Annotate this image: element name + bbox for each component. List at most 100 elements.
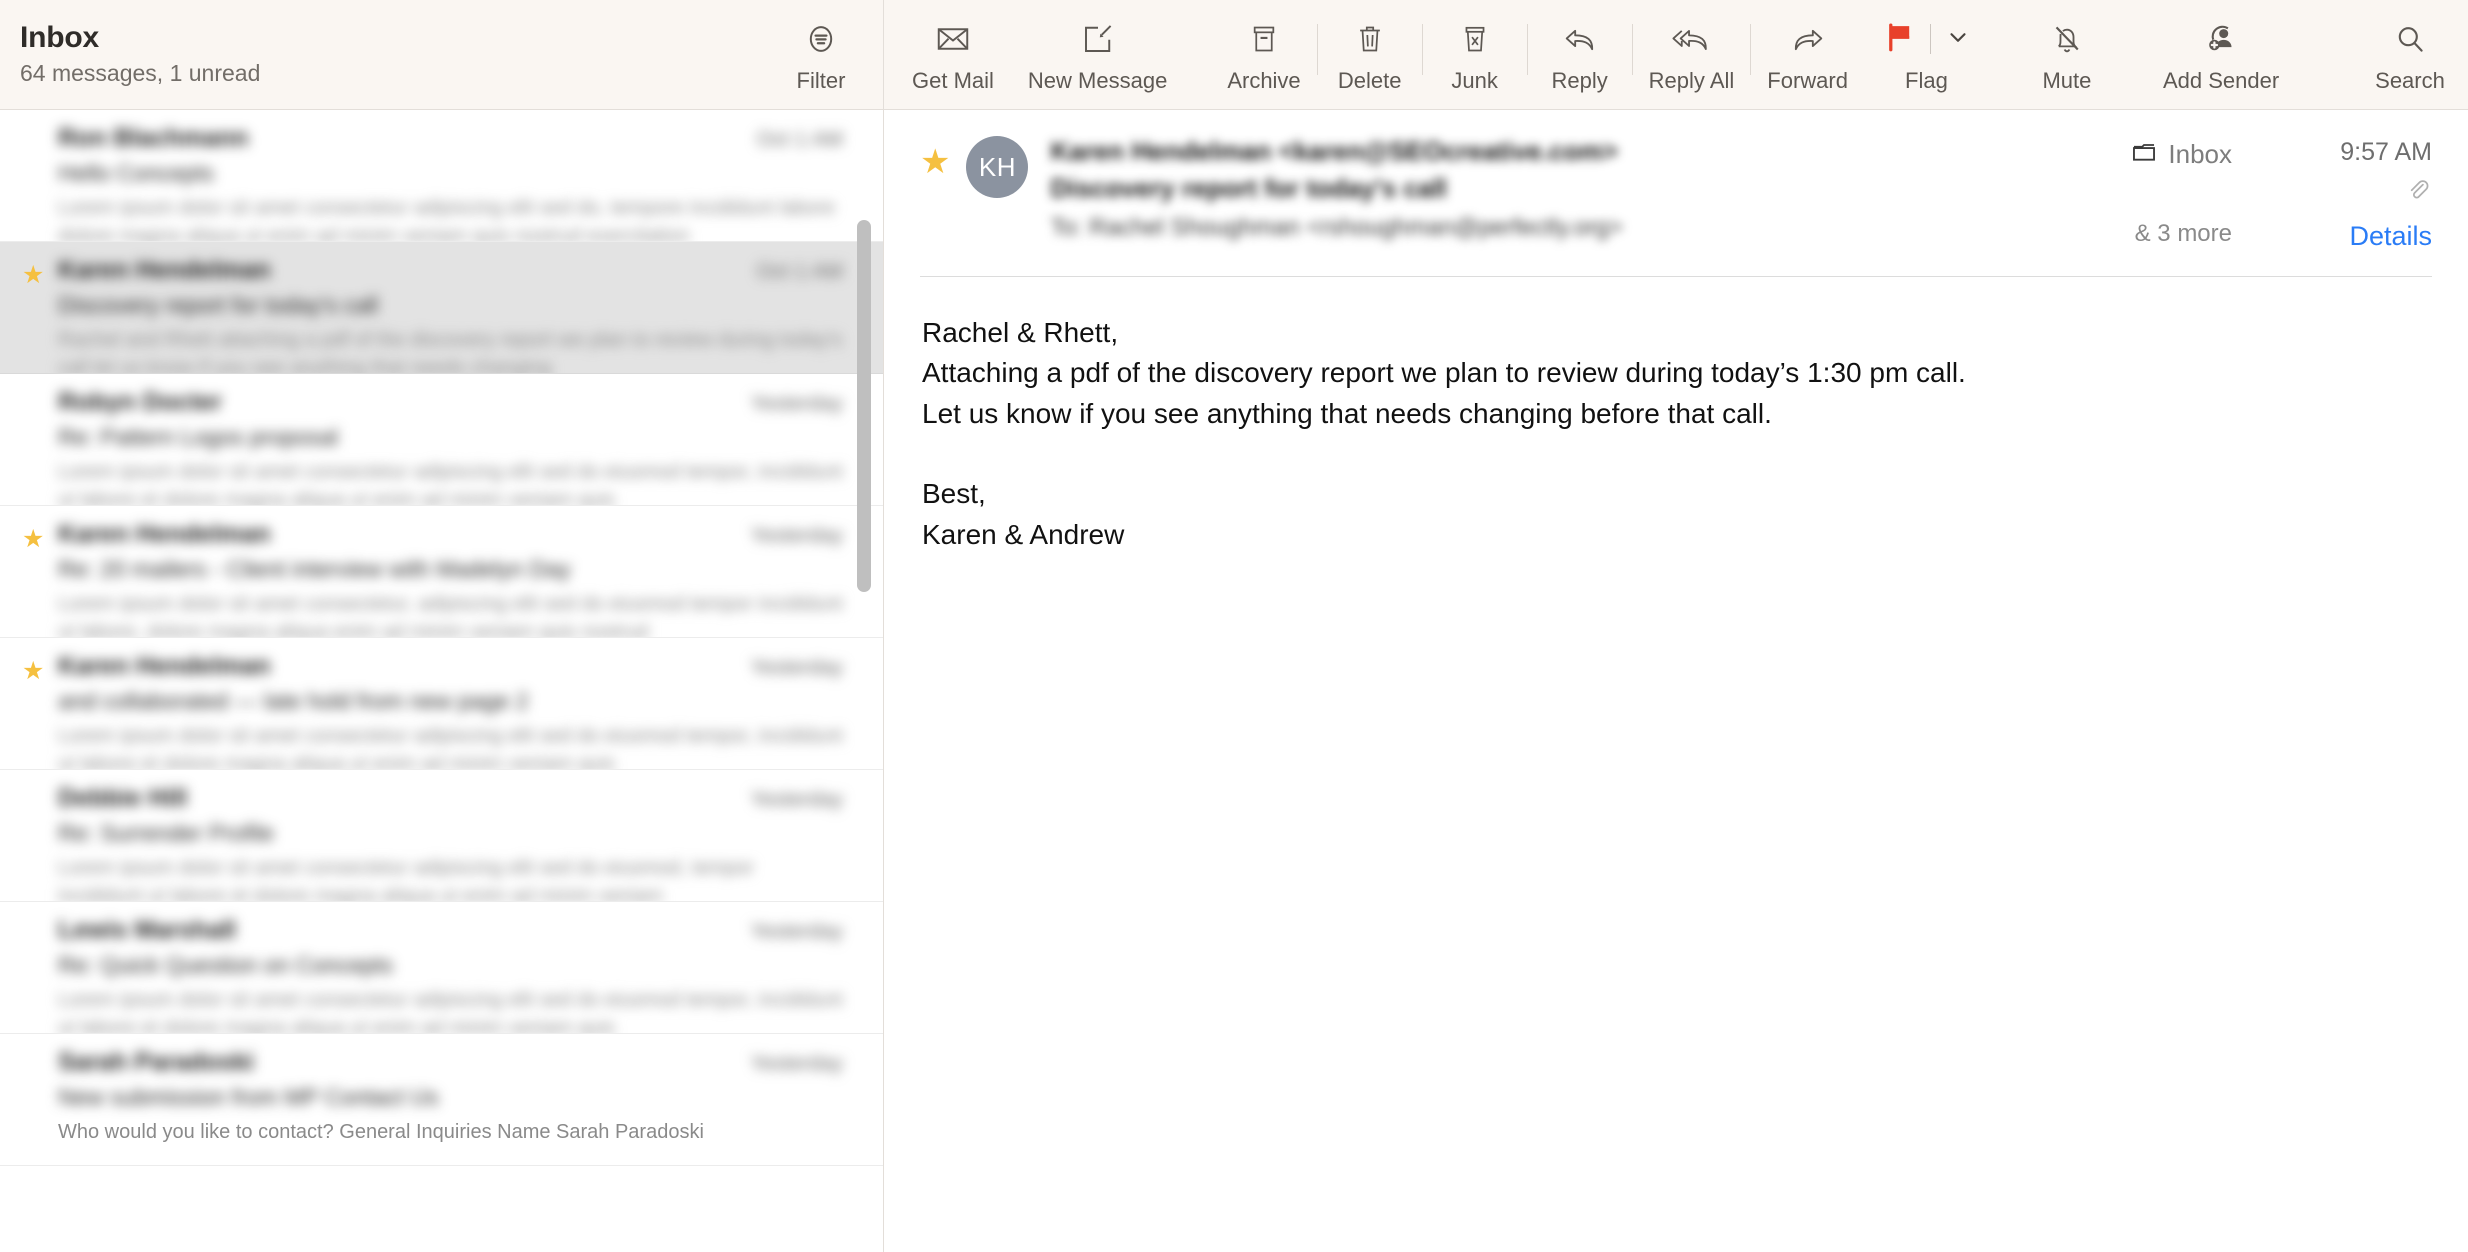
- add-sender-button[interactable]: Add Sender: [2163, 0, 2279, 109]
- reply-label: Reply: [1551, 68, 1608, 93]
- reply-all-arrow-icon: [1670, 16, 1712, 62]
- list-item[interactable]: Sarah Paradoski Yesterday New submission…: [0, 1034, 883, 1166]
- page-title: Inbox: [20, 20, 99, 54]
- list-item-sender: Robyn Docter: [58, 388, 222, 416]
- reply-button[interactable]: Reply: [1544, 0, 1616, 109]
- new-message-button[interactable]: New Message: [1028, 0, 1167, 109]
- toolbar-gap: [1167, 0, 1227, 109]
- paperclip-icon[interactable]: [2404, 176, 2432, 209]
- recipients-more[interactable]: & 3 more: [2042, 220, 2232, 248]
- list-item-content: Debbie Hill Yesterday Re: Surrender Prof…: [58, 784, 843, 902]
- list-item-subject: Re: Pattern Logos proposal: [58, 424, 339, 450]
- star-icon[interactable]: ★: [22, 659, 44, 684]
- list-item-subject: Re: Quick Question on Concepts: [58, 952, 393, 978]
- trash-icon: [1354, 16, 1386, 62]
- list-item-date: Yesterday: [750, 920, 843, 943]
- list-item-content: Karen Hendelman Oct 1 AM Discovery repor…: [58, 256, 843, 374]
- reply-arrow-icon: [1561, 16, 1599, 62]
- list-item[interactable]: ★ Karen Hendelman Yesterday Re: 20 maile…: [0, 506, 883, 638]
- list-item[interactable]: Debbie Hill Yesterday Re: Surrender Prof…: [0, 770, 883, 902]
- reply-all-button[interactable]: Reply All: [1648, 0, 1735, 109]
- list-item-date: Yesterday: [750, 656, 843, 679]
- toolbar-gap: [1848, 0, 1882, 109]
- mailbox-header: Inbox 64 messages, 1 unread Filter: [0, 0, 884, 109]
- filter-button[interactable]: Filter: [785, 0, 857, 109]
- list-item-sender: Ron Blachmann: [58, 124, 249, 152]
- list-item-date: Yesterday: [750, 788, 843, 811]
- list-item-preview: Lorem ipsum dolor sit amet consectetur a…: [58, 857, 754, 902]
- list-item-date: Yesterday: [750, 392, 843, 415]
- avatar: KH: [966, 136, 1029, 198]
- junk-bin-icon: [1459, 16, 1491, 62]
- folder-icon: [2130, 138, 2158, 171]
- list-item[interactable]: Ron Blachmann Oct 1 AM Hello Concepts Lo…: [0, 110, 883, 242]
- list-item-date: Oct 1 AM: [756, 260, 843, 283]
- search-button[interactable]: Search: [2374, 0, 2446, 109]
- mute-label: Mute: [2042, 68, 2092, 93]
- magnifier-icon: [2393, 16, 2427, 62]
- junk-label: Junk: [1451, 68, 1498, 93]
- list-item[interactable]: ★ Karen Hendelman Oct 1 AM Discovery rep…: [0, 242, 883, 374]
- list-item-preview: Rachel and Rhett attaching a pdf of the …: [58, 329, 843, 374]
- list-item-preview: Lorem ipsum dolor sit amet consectetur a…: [58, 197, 836, 242]
- person-plus-icon: [2203, 16, 2239, 62]
- mute-button[interactable]: Mute: [2031, 0, 2103, 109]
- archive-button[interactable]: Archive: [1227, 0, 1301, 109]
- delete-button[interactable]: Delete: [1334, 0, 1406, 109]
- scrollbar-thumb[interactable]: [857, 220, 871, 592]
- search-label: Search: [2375, 68, 2445, 93]
- list-item-content: Karen Hendelman Yesterday Re: 20 mailers…: [58, 520, 843, 638]
- list-item-date: Yesterday: [750, 1052, 843, 1075]
- list-item[interactable]: Robyn Docter Yesterday Re: Pattern Logos…: [0, 374, 883, 506]
- star-icon[interactable]: ★: [920, 136, 950, 188]
- new-message-label: New Message: [1027, 68, 1168, 93]
- list-item-sender: Karen Hendelman: [58, 256, 271, 284]
- get-mail-button[interactable]: Get Mail: [912, 0, 994, 109]
- list-item[interactable]: Lewis Marshall Yesterday Re: Quick Quest…: [0, 902, 883, 1034]
- message-header: ★ KH Karen Hendelman <karen@SEOcreative.…: [884, 110, 2468, 252]
- mail-app-window: Inbox 64 messages, 1 unread Filter Get M…: [0, 0, 2468, 1252]
- star-icon[interactable]: ★: [22, 527, 44, 552]
- details-link[interactable]: Details: [2266, 221, 2432, 252]
- archive-box-icon: [1248, 16, 1280, 62]
- chevron-down-icon[interactable]: [1945, 24, 1971, 55]
- list-item-content: Robyn Docter Yesterday Re: Pattern Logos…: [58, 388, 843, 506]
- toolbar-separator: [1750, 24, 1752, 75]
- message-subject: Discovery report for today's call: [1050, 172, 1447, 203]
- folder-chip: Inbox: [2042, 138, 2232, 171]
- list-item[interactable]: ★ Karen Hendelman Yesterday and collabor…: [0, 638, 883, 770]
- message-body: Rachel & Rhett, Attaching a pdf of the d…: [922, 317, 1966, 550]
- toolbar-separator: [1421, 24, 1423, 75]
- message-list[interactable]: Ron Blachmann Oct 1 AM Hello Concepts Lo…: [0, 110, 884, 1252]
- message-sender: Karen Hendelman <karen@SEOcreative.com>: [1050, 136, 1618, 166]
- message-list-scrollbar[interactable]: [853, 110, 875, 1252]
- filter-button-label: Filter: [796, 68, 846, 93]
- flag-button-group: Flag: [1882, 0, 1971, 109]
- toolbar-gap: [1971, 0, 2031, 109]
- toolbar-actions: Get Mail New Message Archive Delete Junk…: [884, 0, 2468, 109]
- reply-all-label: Reply All: [1648, 68, 1735, 93]
- junk-button[interactable]: Junk: [1439, 0, 1511, 109]
- list-item-preview: Lorem ipsum dolor sit amet consectetur, …: [58, 593, 843, 638]
- get-mail-label: Get Mail: [912, 68, 994, 93]
- toolbar-gap: [2279, 0, 2374, 109]
- folder-name: Inbox: [2168, 139, 2232, 169]
- list-item-sender: Sarah Paradoski: [58, 1048, 254, 1076]
- flag-icon[interactable]: [1882, 20, 1916, 59]
- list-item-subject: Re: 20 mailers - Client interview with M…: [58, 556, 571, 582]
- envelope-icon: [935, 16, 971, 62]
- list-item-date: Yesterday: [750, 524, 843, 547]
- list-item-preview: Who would you like to contact? General I…: [58, 1121, 704, 1143]
- filter-icon: [804, 16, 838, 62]
- toolbar: Inbox 64 messages, 1 unread Filter Get M…: [0, 0, 2468, 110]
- forward-arrow-icon: [1789, 16, 1827, 62]
- star-icon[interactable]: ★: [22, 263, 44, 288]
- forward-button[interactable]: Forward: [1767, 0, 1848, 109]
- compose-icon: [1080, 16, 1116, 62]
- list-item-preview: Lorem ipsum dolor sit amet consectetur a…: [58, 461, 843, 506]
- toolbar-gap: [994, 0, 1028, 109]
- list-item-sender: Karen Hendelman: [58, 652, 271, 680]
- archive-label: Archive: [1227, 68, 1301, 93]
- list-item-preview: Lorem ipsum dolor sit amet consectetur a…: [58, 989, 843, 1034]
- add-sender-label: Add Sender: [2162, 68, 2280, 93]
